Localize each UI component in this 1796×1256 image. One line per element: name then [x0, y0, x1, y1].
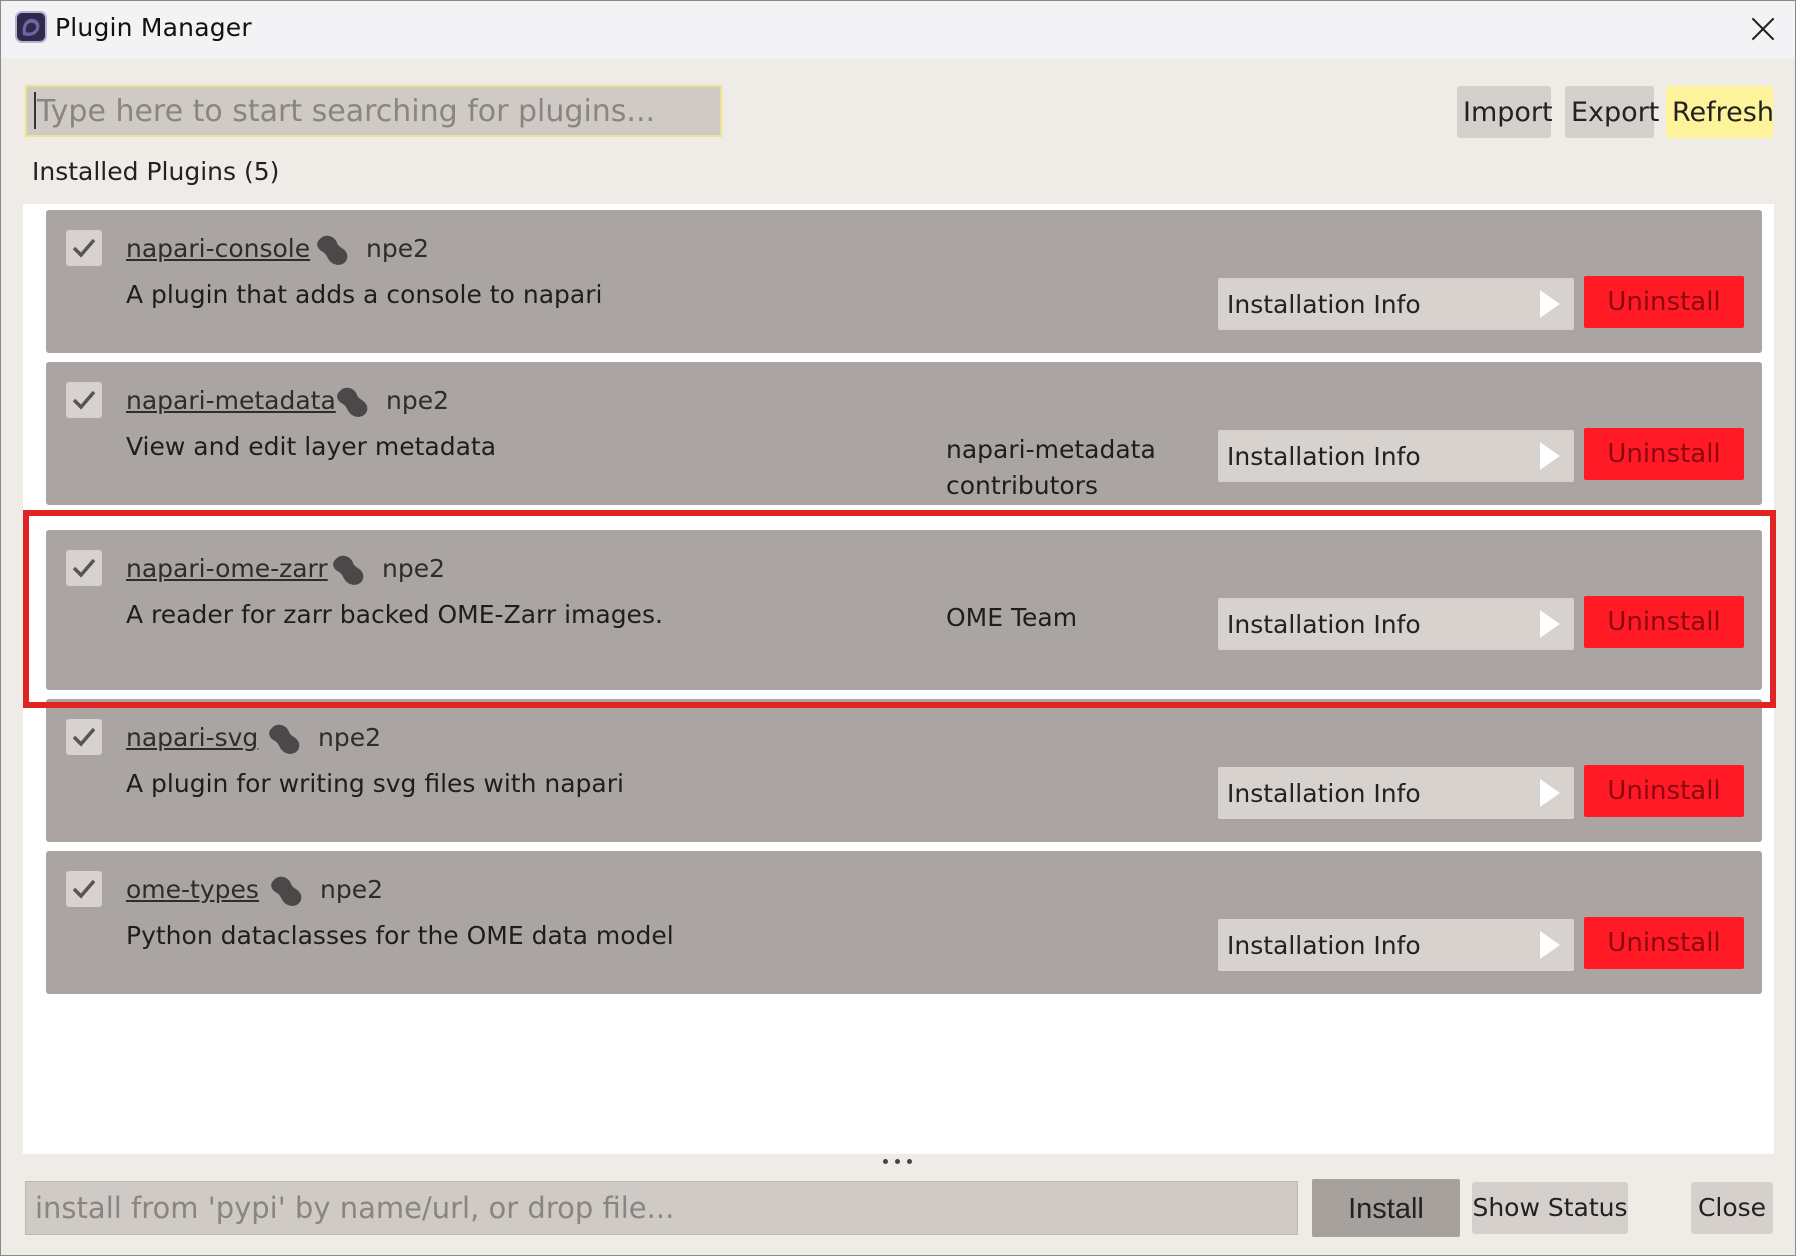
play-arrow-icon — [1540, 779, 1560, 807]
plugin-enabled-checkbox[interactable] — [66, 550, 102, 586]
plugin-search-input[interactable] — [25, 85, 722, 137]
installation-info-toggle[interactable]: Installation Info — [1218, 767, 1574, 819]
plugin-description: A reader for zarr backed OME-Zarr images… — [126, 600, 663, 629]
plugin-description: A plugin for writing svg files with napa… — [126, 769, 624, 798]
plugin-author: OME Team — [946, 603, 1078, 632]
plugin-name-link[interactable]: ome-types — [126, 875, 259, 904]
npe2-icon — [317, 235, 348, 265]
installation-info-label: Installation Info — [1227, 290, 1421, 319]
npe2-icon — [337, 387, 368, 417]
checkmark-icon — [72, 879, 96, 899]
installation-info-label: Installation Info — [1227, 931, 1421, 960]
plugin-enabled-checkbox[interactable] — [66, 230, 102, 266]
plugin-card-ome-types: ome-types npe2 Python dataclasses for th… — [46, 851, 1762, 994]
uninstall-button[interactable]: Uninstall — [1584, 276, 1744, 328]
plugin-card-napari-svg: napari-svg npe2 A plugin for writing svg… — [46, 699, 1762, 842]
plugin-type-label: npe2 — [382, 554, 446, 583]
plugin-manager-window: Plugin Manager Import Export Refresh Ins… — [0, 0, 1796, 1256]
plugin-description: View and edit layer metadata — [126, 432, 497, 461]
plugin-card-napari-ome-zarr: napari-ome-zarr npe2 A reader for zarr b… — [46, 530, 1762, 690]
install-source-input[interactable] — [25, 1181, 1298, 1235]
splitter-handle[interactable] — [881, 1156, 915, 1166]
installation-info-toggle[interactable]: Installation Info — [1218, 430, 1574, 482]
plugin-enabled-checkbox[interactable] — [66, 382, 102, 418]
play-arrow-icon — [1540, 610, 1560, 638]
plugin-name-link[interactable]: napari-svg — [126, 723, 258, 752]
show-status-button[interactable]: Show Status — [1472, 1182, 1628, 1234]
play-arrow-icon — [1540, 442, 1560, 470]
plugin-type-label: npe2 — [366, 234, 430, 263]
checkmark-icon — [72, 390, 96, 410]
import-button[interactable]: Import — [1457, 86, 1553, 138]
installation-info-label: Installation Info — [1227, 442, 1421, 471]
plugin-type-label: npe2 — [320, 875, 384, 904]
close-icon[interactable] — [1745, 11, 1781, 47]
plugin-type-label: npe2 — [386, 386, 450, 415]
plugin-name-link[interactable]: napari-metadata — [126, 386, 336, 415]
npe2-icon — [269, 724, 300, 754]
uninstall-button[interactable]: Uninstall — [1584, 596, 1744, 648]
checkmark-icon — [72, 238, 96, 258]
plugin-author: napari-metadata contributors — [946, 435, 1156, 500]
npe2-icon — [333, 555, 364, 585]
window-title: Plugin Manager — [55, 13, 252, 42]
plugin-enabled-checkbox[interactable] — [66, 871, 102, 907]
plugin-card-napari-console: napari-console npe2 A plugin that adds a… — [46, 210, 1762, 353]
installation-info-toggle[interactable]: Installation Info — [1218, 278, 1574, 330]
installed-plugins-label: Installed Plugins (5) — [32, 157, 280, 186]
installation-info-toggle[interactable]: Installation Info — [1218, 919, 1574, 971]
uninstall-button[interactable]: Uninstall — [1584, 765, 1744, 817]
plugin-type-label: npe2 — [318, 723, 382, 752]
napari-app-icon — [15, 11, 47, 43]
export-button[interactable]: Export — [1565, 86, 1659, 138]
play-arrow-icon — [1540, 290, 1560, 318]
plugin-enabled-checkbox[interactable] — [66, 719, 102, 755]
installation-info-toggle[interactable]: Installation Info — [1218, 598, 1574, 650]
plugin-name-link[interactable]: napari-console — [126, 234, 310, 263]
installation-info-label: Installation Info — [1227, 610, 1421, 639]
install-button[interactable]: Install — [1312, 1179, 1460, 1237]
plugin-name-link[interactable]: napari-ome-zarr — [126, 554, 328, 583]
plugin-description: A plugin that adds a console to napari — [126, 280, 603, 309]
uninstall-button[interactable]: Uninstall — [1584, 428, 1744, 480]
text-caret — [34, 92, 36, 129]
refresh-button[interactable]: Refresh — [1666, 86, 1774, 138]
checkmark-icon — [72, 558, 96, 578]
close-button[interactable]: Close — [1691, 1182, 1773, 1234]
npe2-icon — [271, 876, 302, 906]
plugin-card-napari-metadata: napari-metadata npe2 View and edit layer… — [46, 362, 1762, 505]
checkmark-icon — [72, 727, 96, 747]
plugin-description: Python dataclasses for the OME data mode… — [126, 921, 674, 950]
installation-info-label: Installation Info — [1227, 779, 1421, 808]
play-arrow-icon — [1540, 931, 1560, 959]
title-bar: Plugin Manager — [1, 1, 1795, 58]
uninstall-button[interactable]: Uninstall — [1584, 917, 1744, 969]
